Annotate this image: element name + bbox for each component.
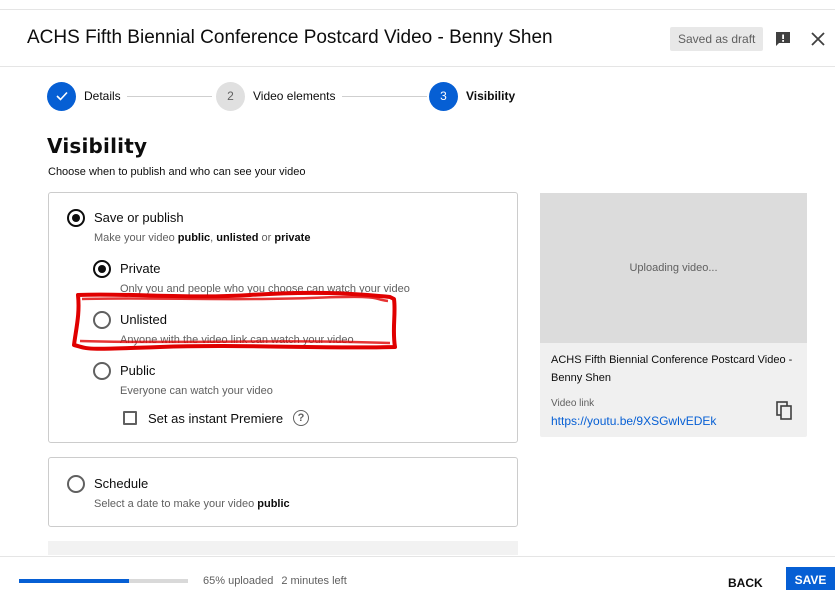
schedule-card: Schedule Select a date to make your vide… — [48, 457, 518, 527]
copy-icon[interactable] — [776, 401, 794, 421]
next-card-peek — [48, 541, 518, 555]
private-label: Private — [120, 261, 161, 276]
page-title: Visibility — [47, 134, 148, 158]
step-connector — [127, 96, 212, 97]
video-link[interactable]: https://youtu.be/9XSGwlvEDEk — [551, 414, 716, 428]
desc-public: public — [177, 232, 211, 244]
step-number: 2 — [216, 81, 245, 111]
save-or-publish-card: Save or publish Make your video public, … — [48, 192, 518, 443]
desc-private: private — [274, 232, 311, 244]
save-or-publish-radio[interactable] — [67, 209, 85, 227]
help-icon[interactable]: ? — [293, 410, 309, 426]
upload-stepper: Details 2 Video elements 3 Visibility — [47, 81, 517, 111]
unlisted-radio[interactable] — [93, 311, 111, 329]
private-radio[interactable] — [93, 260, 111, 278]
top-edge — [0, 0, 835, 10]
dialog-footer: 65% uploaded 2 minutes left BACK SAVE — [0, 556, 835, 590]
step-details[interactable]: Details — [47, 81, 121, 111]
uploaded-percent-text: 65% uploaded — [203, 575, 274, 587]
save-button[interactable]: SAVE — [786, 567, 835, 590]
upload-progress-bar — [19, 579, 188, 583]
desc-unlisted: unlisted — [216, 232, 259, 244]
unlisted-label: Unlisted — [120, 312, 167, 327]
upload-progress-fill — [19, 579, 129, 583]
public-radio[interactable] — [93, 362, 111, 380]
desc-public: public — [257, 498, 290, 510]
video-thumbnail: Uploading video... — [540, 193, 807, 343]
save-or-publish-label: Save or publish — [94, 210, 184, 225]
check-icon — [47, 81, 76, 111]
desc-text: Select a date to make your video — [94, 498, 258, 510]
schedule-description: Select a date to make your video public — [94, 498, 290, 510]
public-label: Public — [120, 363, 156, 378]
upload-status: 65% uploaded 2 minutes left — [203, 575, 347, 587]
feedback-icon[interactable] — [772, 28, 794, 50]
step-connector — [342, 96, 427, 97]
dialog-title: ACHS Fifth Biennial Conference Postcard … — [27, 27, 553, 48]
preview-video-title: ACHS Fifth Biennial Conference Postcard … — [551, 354, 793, 384]
desc-text: Make your video — [94, 232, 178, 244]
schedule-label: Schedule — [94, 476, 149, 491]
instant-premiere-checkbox[interactable] — [123, 411, 137, 425]
public-description: Everyone can watch your video — [120, 385, 273, 397]
time-left-text: 2 minutes left — [281, 575, 347, 587]
close-icon[interactable] — [806, 27, 830, 51]
uploading-status: Uploading video... — [629, 262, 718, 274]
private-description: Only you and people who you choose can w… — [120, 283, 410, 295]
dialog-header: ACHS Fifth Biennial Conference Postcard … — [0, 10, 835, 67]
instant-premiere-label: Set as instant Premiere — [148, 411, 284, 426]
unlisted-description: Anyone with the video link can watch you… — [120, 334, 354, 346]
step-label: Details — [84, 89, 121, 103]
video-link-label: Video link — [551, 398, 595, 409]
step-label: Visibility — [466, 89, 516, 103]
schedule-radio[interactable] — [67, 475, 85, 493]
saved-as-draft-badge: Saved as draft — [670, 27, 764, 51]
desc-text: or — [258, 232, 275, 244]
back-button[interactable]: BACK — [728, 573, 763, 590]
save-or-publish-description: Make your video public, unlisted or priv… — [94, 232, 310, 244]
step-label: Video elements — [253, 89, 336, 103]
page-subtitle: Choose when to publish and who can see y… — [48, 166, 306, 178]
step-number: 3 — [429, 81, 458, 111]
step-visibility[interactable]: 3 Visibility — [429, 81, 515, 111]
step-video-elements[interactable]: 2 Video elements — [216, 81, 336, 111]
video-preview-panel: Uploading video... ACHS Fifth Biennial C… — [540, 193, 807, 437]
